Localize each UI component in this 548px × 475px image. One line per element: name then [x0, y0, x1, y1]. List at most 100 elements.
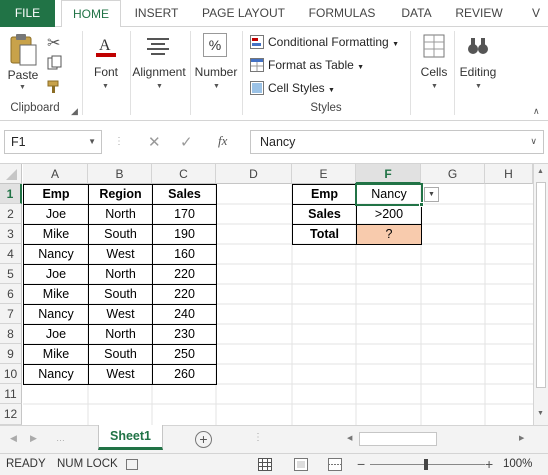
add-sheet-icon[interactable]: +: [195, 431, 212, 448]
table-cell[interactable]: 190: [152, 224, 217, 245]
table-header-cell[interactable]: Region: [88, 184, 153, 205]
vertical-scrollbar[interactable]: ▲ ▼: [533, 164, 548, 425]
table-cell[interactable]: 160: [152, 244, 217, 265]
criteria-total-value[interactable]: ?: [356, 224, 422, 245]
row-header-10[interactable]: 10: [0, 364, 22, 384]
table-cell[interactable]: North: [88, 324, 153, 345]
formula-input[interactable]: Nancy ∨: [250, 130, 544, 154]
cut-icon[interactable]: ✂: [47, 33, 60, 53]
sheet-tab-sheet1[interactable]: Sheet1: [98, 425, 163, 450]
collapse-ribbon-icon[interactable]: ∧: [533, 106, 540, 117]
table-cell[interactable]: South: [88, 344, 153, 365]
paste-label[interactable]: Paste: [6, 68, 40, 82]
paste-dropdown-icon[interactable]: ▼: [19, 84, 26, 91]
normal-view-icon[interactable]: [258, 458, 272, 471]
zoom-level[interactable]: 100%: [503, 458, 532, 470]
tab-home[interactable]: HOME: [61, 0, 121, 28]
row-header-9[interactable]: 9: [0, 344, 22, 364]
table-header-cell[interactable]: Emp: [23, 184, 89, 205]
copy-icon[interactable]: [47, 55, 62, 70]
format-as-table-button[interactable]: Format as Table ▼: [268, 55, 364, 75]
table-cell[interactable]: North: [88, 264, 153, 285]
hscroll-left-icon[interactable]: ◀: [347, 434, 352, 442]
table-header-cell[interactable]: Sales: [152, 184, 217, 205]
font-dropdown-icon[interactable]: ▼: [102, 83, 109, 90]
name-box-dropdown-icon[interactable]: ▼: [88, 137, 96, 146]
row-header-3[interactable]: 3: [0, 224, 22, 244]
criteria-sales-value[interactable]: >200: [356, 204, 422, 225]
row-header-11[interactable]: 11: [0, 384, 22, 404]
row-header-4[interactable]: 4: [0, 244, 22, 264]
formula-bar-resize-icon[interactable]: ⋮: [114, 136, 124, 147]
column-header-c[interactable]: C: [152, 164, 216, 184]
row-header-2[interactable]: 2: [0, 204, 22, 224]
font-label[interactable]: Font: [86, 65, 126, 79]
table-cell[interactable]: 170: [152, 204, 217, 225]
table-cell[interactable]: Nancy: [23, 244, 89, 265]
sheet-scroll-left-icon[interactable]: ◀: [10, 433, 17, 444]
row-header-7[interactable]: 7: [0, 304, 22, 324]
format-as-table-icon[interactable]: [250, 58, 264, 72]
horizontal-scroll-thumb[interactable]: [359, 432, 437, 446]
column-header-f[interactable]: F: [356, 164, 421, 184]
insert-function-icon[interactable]: fx: [218, 133, 227, 149]
conditional-formatting-button[interactable]: Conditional Formatting ▼: [268, 32, 399, 52]
cells-icon[interactable]: [422, 33, 446, 59]
paste-icon[interactable]: [8, 33, 38, 67]
column-header-d[interactable]: D: [216, 164, 292, 184]
clipboard-launcher-icon[interactable]: ◢: [71, 106, 78, 117]
table-cell[interactable]: Joe: [23, 264, 89, 285]
tab-data[interactable]: DATA: [394, 0, 439, 27]
number-dropdown-icon[interactable]: ▼: [213, 83, 220, 90]
tab-split-icon[interactable]: ⋮: [253, 432, 263, 443]
name-box[interactable]: F1 ▼: [4, 130, 102, 154]
row-header-1[interactable]: 1: [0, 184, 22, 204]
column-header-e[interactable]: E: [292, 164, 356, 184]
table-cell[interactable]: 260: [152, 364, 217, 385]
editing-binoculars-icon[interactable]: [466, 33, 490, 59]
zoom-out-icon[interactable]: −: [357, 456, 365, 472]
table-cell[interactable]: 230: [152, 324, 217, 345]
fill-handle[interactable]: [419, 202, 424, 207]
row-header-5[interactable]: 5: [0, 264, 22, 284]
number-label[interactable]: Number: [192, 65, 240, 79]
table-cell[interactable]: West: [88, 364, 153, 385]
zoom-slider-thumb[interactable]: [424, 459, 428, 470]
font-icon[interactable]: A: [93, 33, 119, 59]
cell-styles-icon[interactable]: [250, 81, 264, 95]
table-cell[interactable]: North: [88, 204, 153, 225]
table-cell[interactable]: West: [88, 244, 153, 265]
enter-icon[interactable]: ✓: [180, 133, 193, 151]
alignment-label[interactable]: Alignment: [130, 65, 188, 79]
cell-styles-button[interactable]: Cell Styles ▼: [268, 78, 335, 98]
vertical-scroll-thumb[interactable]: [536, 182, 546, 388]
page-layout-view-icon[interactable]: [294, 458, 308, 471]
column-header-a[interactable]: A: [23, 164, 88, 184]
zoom-in-icon[interactable]: +: [485, 456, 493, 472]
horizontal-scroll-track[interactable]: [437, 432, 517, 446]
table-cell[interactable]: South: [88, 284, 153, 305]
criteria-emp-value[interactable]: Nancy: [356, 184, 422, 205]
scroll-down-icon[interactable]: ▼: [537, 410, 544, 417]
column-header-b[interactable]: B: [88, 164, 152, 184]
hscroll-right-icon[interactable]: ▶: [519, 434, 524, 442]
sheet-tab-more-icon[interactable]: …: [56, 433, 65, 443]
tab-review[interactable]: REVIEW: [453, 0, 505, 27]
column-header-h[interactable]: H: [485, 164, 533, 184]
tab-view[interactable]: V: [526, 0, 546, 27]
validation-dropdown-icon[interactable]: ▼: [424, 187, 439, 202]
editing-dropdown-icon[interactable]: ▼: [475, 83, 482, 90]
criteria-sales-label[interactable]: Sales: [292, 204, 357, 225]
table-cell[interactable]: 220: [152, 264, 217, 285]
cells-dropdown-icon[interactable]: ▼: [431, 83, 438, 90]
conditional-formatting-icon[interactable]: [250, 35, 264, 49]
criteria-total-label[interactable]: Total: [292, 224, 357, 245]
format-painter-icon[interactable]: [47, 79, 63, 93]
row-header-12[interactable]: 12: [0, 404, 22, 425]
cells-label[interactable]: Cells: [414, 65, 454, 79]
macro-record-icon[interactable]: [126, 459, 138, 470]
table-cell[interactable]: 220: [152, 284, 217, 305]
number-format-icon[interactable]: %: [203, 33, 227, 57]
table-cell[interactable]: Mike: [23, 224, 89, 245]
table-cell[interactable]: Nancy: [23, 364, 89, 385]
